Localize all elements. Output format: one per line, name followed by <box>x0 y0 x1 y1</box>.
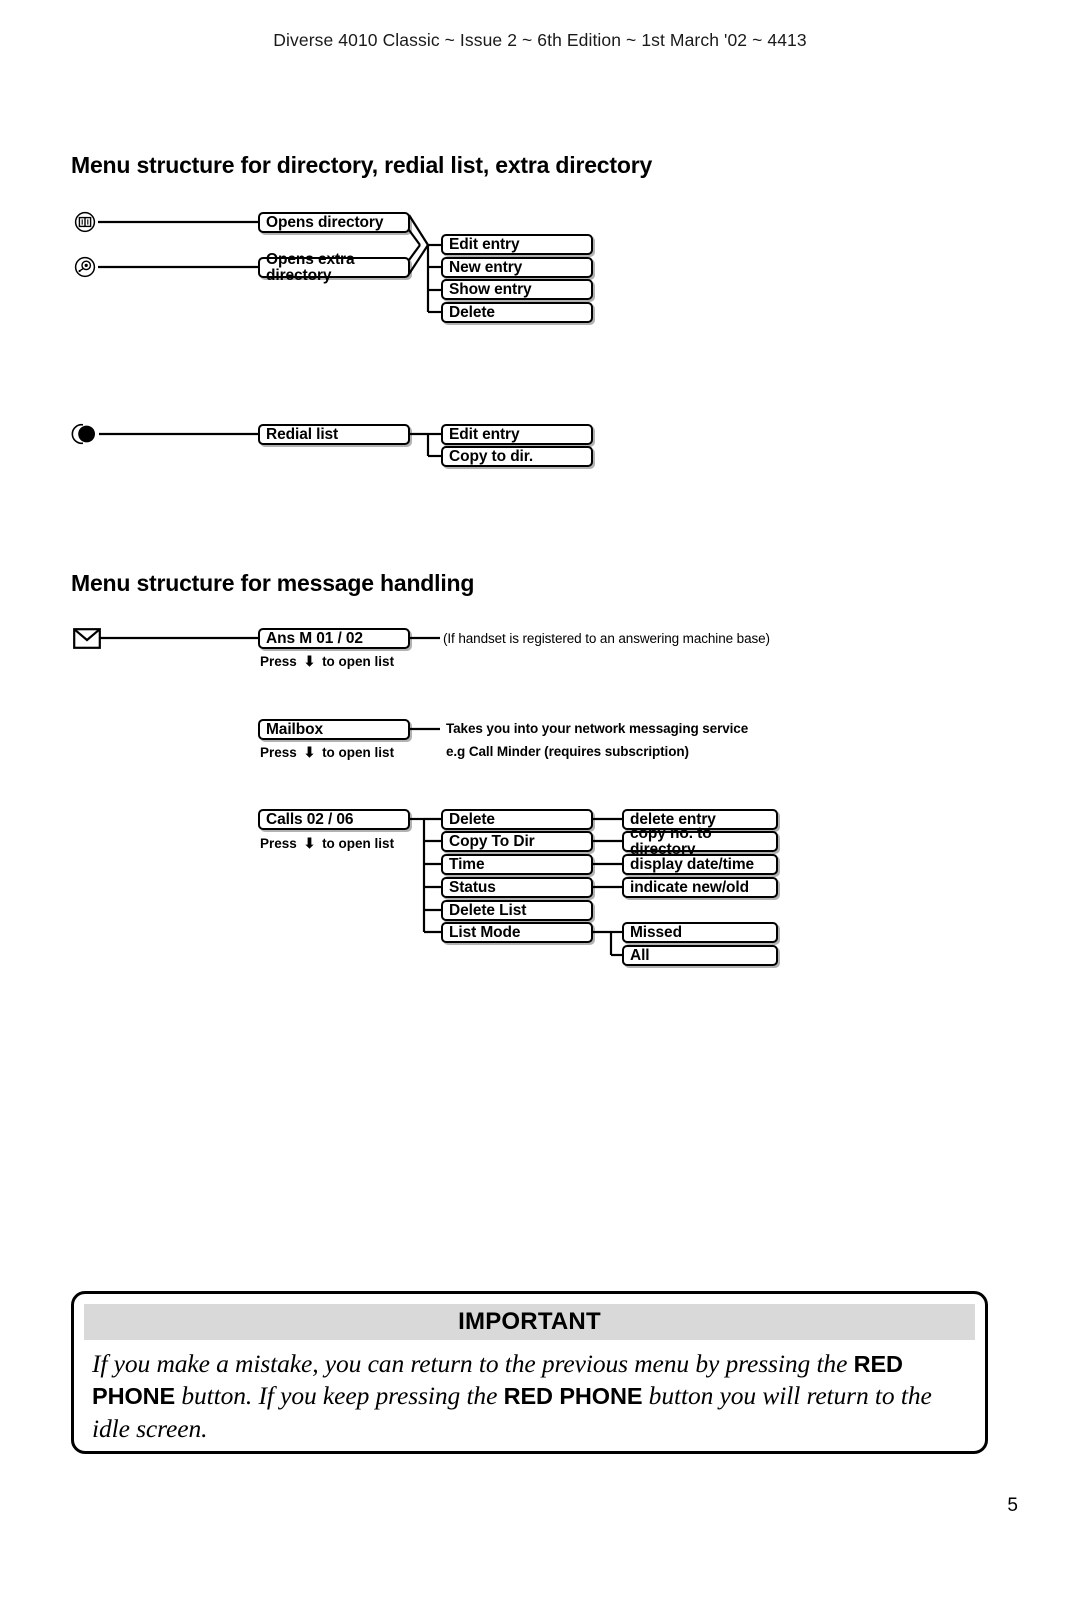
menu-box-redial-list[interactable]: Redial list <box>258 424 410 445</box>
down-arrow-icon: ⬇ <box>303 653 316 669</box>
menu-box-edit-entry[interactable]: Edit entry <box>441 234 593 255</box>
important-bold-red-phone-2: RED PHONE <box>503 1383 643 1410</box>
menu-box-calls-delete-list[interactable]: Delete List <box>441 900 593 921</box>
note-ans-m: (If handset is registered to an answerin… <box>443 631 770 646</box>
menu-box-list-mode-missed[interactable]: Missed <box>622 922 778 943</box>
press-note-ans-m: Press ⬇ to open list <box>260 653 394 670</box>
press-prefix: Press <box>260 654 297 669</box>
menu-box-opens-extra-directory[interactable]: Opens extra directory <box>258 252 410 283</box>
menu-box-show-entry[interactable]: Show entry <box>441 279 593 300</box>
menu-box-list-mode-all[interactable]: All <box>622 945 778 966</box>
down-arrow-icon: ⬇ <box>303 744 316 760</box>
important-panel: IMPORTANT If you make a mistake, you can… <box>71 1291 988 1454</box>
press-suffix: to open list <box>322 654 395 669</box>
menu-box-calls[interactable]: Calls 02 / 06 <box>258 809 410 830</box>
menu-box-mailbox[interactable]: Mailbox <box>258 719 410 740</box>
menu-box-calls-copy-to-dir[interactable]: Copy To Dir <box>441 831 593 852</box>
menu-box-copy-no-to-directory[interactable]: copy no. to directory <box>622 826 778 857</box>
important-text-part2: button. If you keep pressing the <box>175 1381 504 1411</box>
down-arrow-icon: ⬇ <box>303 835 316 851</box>
press-note-calls: Press ⬇ to open list <box>260 835 394 852</box>
important-text-part1: If you make a mistake, you can return to… <box>92 1349 854 1378</box>
important-title-bar: IMPORTANT <box>84 1304 975 1340</box>
note-mailbox-line1: Takes you into your network messaging se… <box>446 721 749 736</box>
menu-box-calls-time[interactable]: Time <box>441 854 593 875</box>
press-suffix: to open list <box>322 836 395 851</box>
menu-box-new-entry[interactable]: New entry <box>441 257 593 278</box>
menu-box-ans-m[interactable]: Ans M 01 / 02 <box>258 628 410 649</box>
press-note-mailbox: Press ⬇ to open list <box>260 744 394 761</box>
note-mailbox-line2: e.g Call Minder (requires subscription) <box>446 744 689 759</box>
important-title: IMPORTANT <box>458 1308 601 1335</box>
menu-box-opens-directory[interactable]: Opens directory <box>258 212 410 233</box>
menu-box-calls-delete[interactable]: Delete <box>441 809 593 830</box>
menu-box-indicate-new-old[interactable]: indicate new/old <box>622 877 778 898</box>
menu-box-redial-edit-entry[interactable]: Edit entry <box>441 424 593 445</box>
page-number: 5 <box>1007 1495 1018 1516</box>
important-body: If you make a mistake, you can return to… <box>92 1348 967 1445</box>
press-suffix: to open list <box>322 745 395 760</box>
press-prefix: Press <box>260 745 297 760</box>
press-prefix: Press <box>260 836 297 851</box>
menu-box-copy-to-dir[interactable]: Copy to dir. <box>441 446 593 467</box>
menu-box-calls-list-mode[interactable]: List Mode <box>441 922 593 943</box>
menu-box-delete[interactable]: Delete <box>441 302 593 323</box>
menu-box-display-date-time[interactable]: display date/time <box>622 854 778 875</box>
menu-box-calls-status[interactable]: Status <box>441 877 593 898</box>
